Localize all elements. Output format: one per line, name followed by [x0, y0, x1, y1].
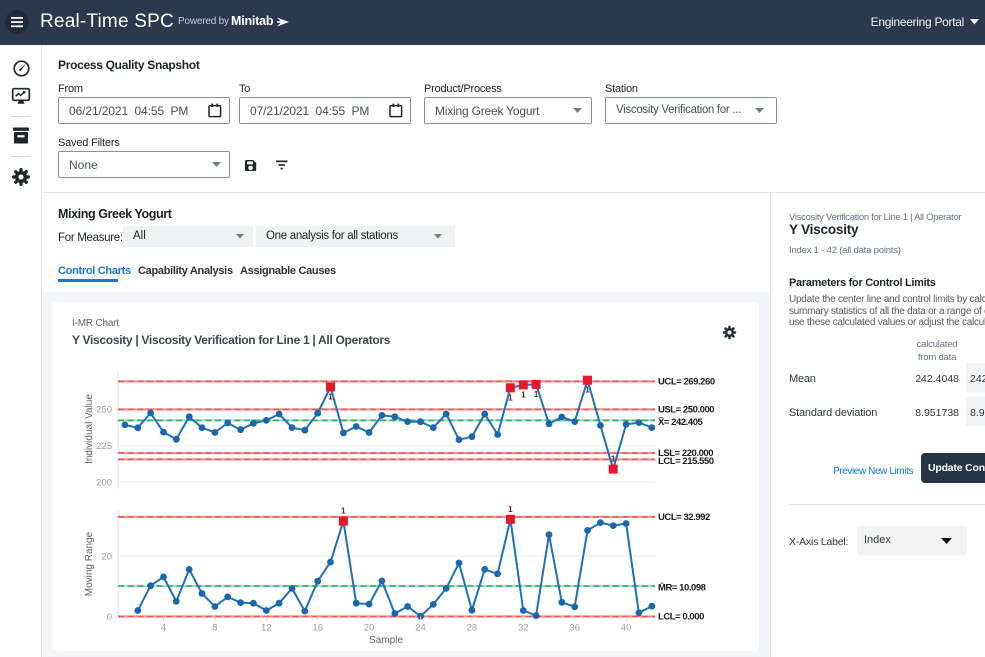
svg-text:1: 1 [611, 455, 616, 464]
svg-text:32: 32 [518, 623, 529, 634]
svg-text:M̄R= 10.098: M̄R= 10.098 [658, 583, 706, 594]
svg-text:1: 1 [534, 390, 539, 399]
svg-text:UCL= 269.260: UCL= 269.260 [658, 377, 715, 388]
svg-text:20: 20 [101, 551, 112, 562]
svg-text:Individual Value: Individual Value [84, 394, 95, 464]
svg-text:1: 1 [328, 393, 333, 402]
svg-text:16: 16 [312, 623, 323, 634]
svg-text:1: 1 [341, 507, 346, 516]
svg-text:Sample: Sample [369, 635, 403, 646]
svg-text:1: 1 [521, 390, 526, 399]
svg-text:LCL= 215.550: LCL= 215.550 [658, 456, 714, 467]
svg-text:250: 250 [96, 405, 112, 416]
svg-text:36: 36 [569, 623, 580, 634]
svg-text:12: 12 [261, 623, 272, 634]
svg-text:1: 1 [508, 505, 513, 514]
svg-text:Moving Range: Moving Range [84, 531, 95, 596]
svg-text:8: 8 [212, 623, 217, 634]
svg-text:20: 20 [364, 623, 375, 634]
svg-text:28: 28 [467, 623, 478, 634]
svg-text:225: 225 [96, 441, 112, 452]
svg-text:0: 0 [107, 612, 112, 623]
svg-text:X̄= 242.405: X̄= 242.405 [658, 417, 704, 428]
svg-text:1: 1 [585, 386, 590, 395]
svg-text:UCL= 32.992: UCL= 32.992 [658, 512, 710, 523]
svg-text:4: 4 [161, 623, 166, 634]
svg-text:40: 40 [621, 623, 632, 634]
svg-text:24: 24 [415, 623, 426, 634]
svg-text:1: 1 [508, 393, 513, 402]
svg-text:200: 200 [96, 477, 112, 488]
svg-text:USL= 250.000: USL= 250.000 [658, 405, 714, 416]
svg-text:LCL= 0.000: LCL= 0.000 [658, 612, 704, 623]
